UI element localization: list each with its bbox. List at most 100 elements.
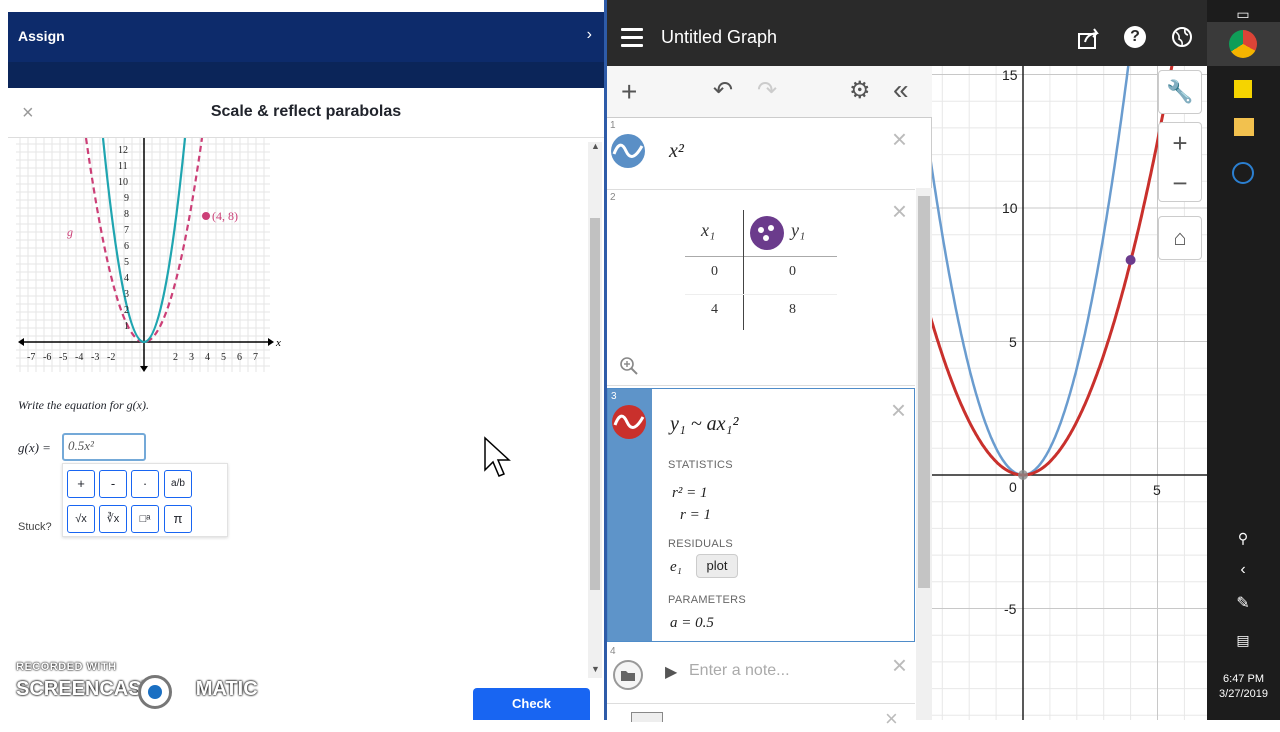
- y-tick-label: 1: [124, 321, 129, 332]
- delete-expression-icon[interactable]: ×: [892, 124, 907, 155]
- expression-toolbar: + ↶ ↷ ⚙ «: [607, 66, 932, 118]
- expression-3-regression[interactable]: 3 y₁ ~ ax₁² × STATISTICS r² = 1 r = 1 RE…: [607, 388, 915, 642]
- globe-icon[interactable]: [1171, 26, 1193, 48]
- key-plus[interactable]: +: [67, 470, 95, 498]
- y-tick-label: 11: [118, 161, 128, 172]
- blue-curve-icon[interactable]: [611, 134, 645, 168]
- key-minus[interactable]: -: [99, 470, 127, 498]
- curve-label-g: g: [67, 225, 73, 239]
- keyboard-icon[interactable]: [631, 712, 663, 722]
- hamburger-menu-icon[interactable]: [621, 28, 643, 48]
- expand-arrow-icon[interactable]: ▶: [665, 662, 677, 682]
- table-cell[interactable]: 0: [789, 264, 796, 280]
- expression-1[interactable]: 1 x² ×: [607, 118, 915, 190]
- x-tick-label: 7: [253, 352, 258, 363]
- regression-latex[interactable]: y₁ ~ ax₁²: [670, 413, 738, 436]
- point-label: (4, 8): [212, 209, 238, 223]
- x-tick-label: -7: [27, 352, 35, 363]
- chevron-right-icon[interactable]: ›: [587, 26, 592, 44]
- y-tick-label: 13: [118, 138, 128, 140]
- tick-y-neg5: -5: [1004, 601, 1017, 617]
- y-tick-label: 12: [118, 145, 128, 156]
- key-pi[interactable]: π: [164, 505, 192, 533]
- x-tick-label: 6: [237, 352, 242, 363]
- scroll-up-icon[interactable]: ▲: [591, 141, 600, 151]
- check-button[interactable]: Check: [473, 688, 590, 720]
- browser-strip: [8, 0, 604, 12]
- key-sqrt[interactable]: √x: [67, 505, 95, 533]
- people-icon[interactable]: ⚲: [1229, 524, 1257, 552]
- zoom-fit-icon[interactable]: [619, 356, 639, 376]
- r-value: r = 1: [680, 507, 711, 523]
- zoom-out-icon[interactable]: −: [1158, 164, 1202, 202]
- browser-strip-right: [607, 0, 1207, 12]
- key-exponent[interactable]: □ᵃ: [131, 505, 159, 533]
- expression-4-note[interactable]: 4 ▶ Enter a note... ×: [607, 644, 915, 704]
- data-point[interactable]: [1125, 255, 1136, 265]
- question-prompt: Write the equation for g(x).: [18, 398, 149, 412]
- delete-expression-icon[interactable]: ×: [892, 650, 907, 681]
- keyboard-tray-icon[interactable]: ▤: [1229, 626, 1257, 654]
- assign-bar[interactable]: Assign ›: [8, 12, 604, 62]
- scroll-down-icon[interactable]: ▼: [591, 664, 600, 674]
- note-input[interactable]: Enter a note...: [689, 662, 790, 680]
- y-tick-label: 10: [118, 177, 128, 188]
- expression-scroll-thumb[interactable]: [918, 196, 930, 588]
- watermark-recorded: RECORDED WITH: [16, 661, 117, 673]
- folder-icon[interactable]: [613, 660, 643, 690]
- key-cbrt[interactable]: ∛x: [99, 505, 127, 533]
- origin-point[interactable]: [1018, 470, 1028, 480]
- pen-icon[interactable]: ✎: [1229, 590, 1257, 618]
- red-curve-icon[interactable]: [612, 405, 646, 439]
- delete-expression-icon[interactable]: ×: [891, 395, 906, 426]
- wrench-icon[interactable]: 🔧: [1158, 70, 1202, 114]
- table-cell[interactable]: 4: [711, 302, 718, 318]
- cortana-icon[interactable]: [1232, 162, 1254, 184]
- share-icon[interactable]: [1077, 28, 1101, 50]
- mouse-cursor-icon: [484, 436, 511, 477]
- table-cell[interactable]: 0: [711, 264, 718, 280]
- assign-sub-bar: [8, 62, 604, 88]
- expression-latex[interactable]: x²: [669, 140, 684, 163]
- undo-icon[interactable]: ↶: [713, 76, 733, 105]
- graph-title[interactable]: Untitled Graph: [661, 27, 777, 48]
- tick-x-5: 5: [1153, 482, 1161, 498]
- delete-expression-icon[interactable]: ×: [885, 706, 898, 732]
- x-tick-label: -4: [75, 352, 83, 363]
- assign-label: Assign: [18, 28, 65, 44]
- clock-date: 3/27/2019: [1219, 688, 1268, 700]
- khan-exercise-pane: Assign › × Scale & reflect parabolas (4,…: [0, 0, 604, 720]
- expression-number: 2: [610, 192, 616, 203]
- table-header-x: x₁: [701, 220, 716, 240]
- home-icon[interactable]: ⌂: [1158, 216, 1202, 260]
- key-times[interactable]: ·: [131, 470, 159, 498]
- y-tick-label: 6: [124, 241, 129, 252]
- left-scroll-thumb[interactable]: [590, 218, 600, 590]
- point-style-icon[interactable]: [750, 216, 784, 250]
- sticky-notes-icon[interactable]: [1234, 80, 1252, 98]
- add-expression-icon[interactable]: +: [621, 76, 637, 108]
- system-clock[interactable]: 6:47 PM 3/27/2019: [1207, 672, 1280, 702]
- x-axis-label: x: [275, 337, 281, 349]
- delete-expression-icon[interactable]: ×: [892, 196, 907, 227]
- help-icon[interactable]: ?: [1124, 26, 1146, 48]
- chevron-left-icon[interactable]: ‹: [1229, 556, 1257, 584]
- answer-input[interactable]: 0.5x²: [62, 433, 146, 461]
- file-explorer-icon[interactable]: [1234, 118, 1254, 136]
- settings-gear-icon[interactable]: ⚙: [849, 76, 871, 105]
- key-fraction[interactable]: a/b: [164, 470, 192, 498]
- plot-residuals-button[interactable]: plot: [696, 554, 738, 578]
- zoom-in-icon[interactable]: +: [1158, 124, 1202, 162]
- table-cell[interactable]: 8: [789, 302, 796, 318]
- y-tick-label: 3: [124, 289, 129, 300]
- graph-tools: 🔧 + − ⌂: [1153, 66, 1207, 286]
- expression-2-table[interactable]: 2 × x₁ y₁ 0 0 4 8: [607, 190, 915, 386]
- chrome-icon[interactable]: [1229, 30, 1257, 58]
- collapse-list-icon[interactable]: «: [893, 74, 909, 106]
- exercise-header: × Scale & reflect parabolas: [8, 88, 604, 138]
- tick-x-0: 0: [1009, 479, 1017, 495]
- residuals-label: RESIDUALS: [668, 538, 734, 550]
- parameter-a-value: a = 0.5: [670, 615, 714, 631]
- redo-icon[interactable]: ↷: [757, 76, 777, 105]
- y-tick-label: 7: [124, 225, 129, 236]
